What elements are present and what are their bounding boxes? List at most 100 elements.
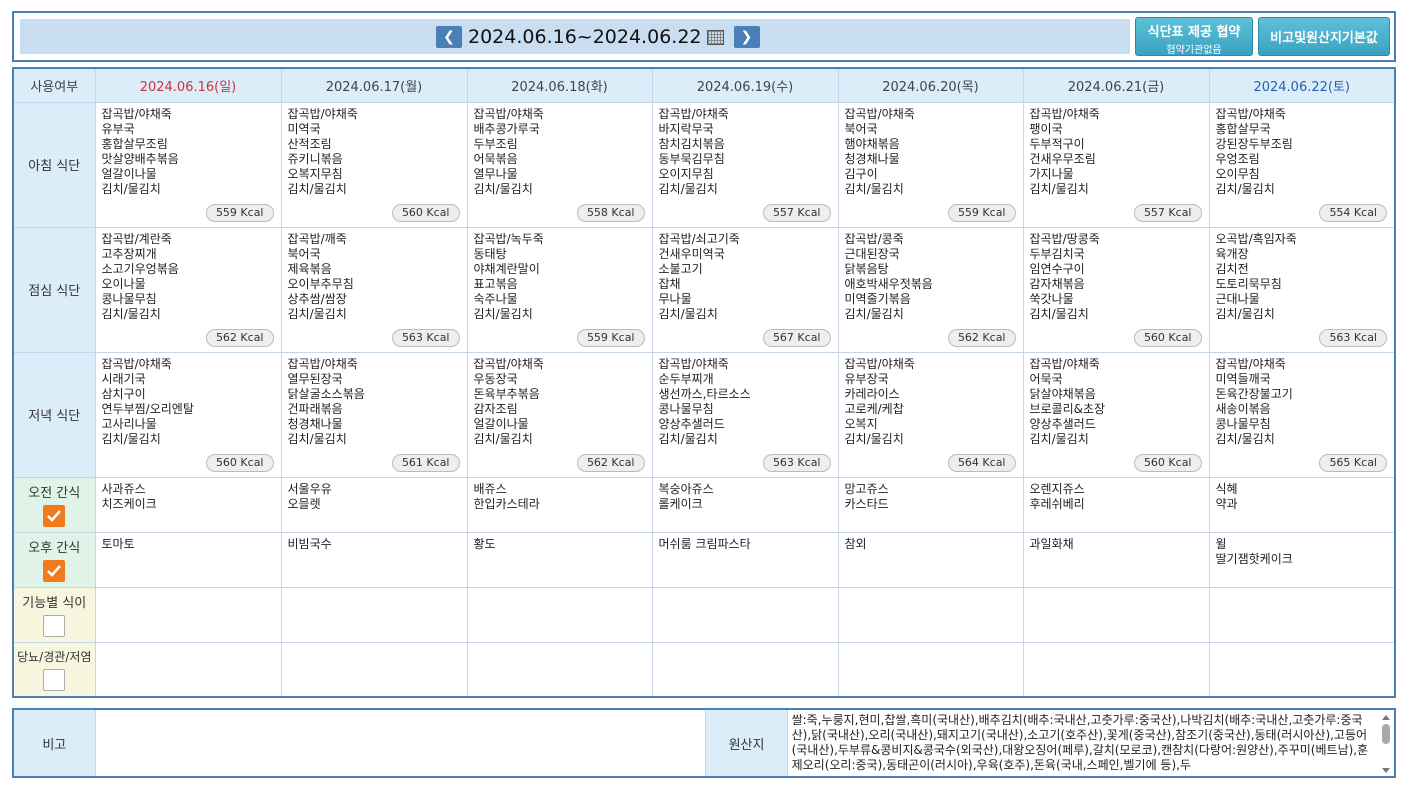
- menu-item: 잡곡밥/계란죽: [101, 231, 172, 246]
- scroll-up-icon[interactable]: [1382, 715, 1390, 720]
- breakfast-cell[interactable]: 잡곡밥/야채죽 미역국 산적조림 쥬키니볶음 오복지무침 김치/물김치 560 Kcal: [280, 101, 468, 228]
- pm-snack-cell[interactable]: 황도: [466, 531, 653, 588]
- lunch-cell[interactable]: 오곡밥/흑임자죽 육개장 김치전 도토리묵무침 근대나물 김치/물김치 563 Kcal: [1208, 226, 1396, 353]
- lunch-cell[interactable]: 잡곡밥/녹두죽 동태탕 야채계란말이 표고볶음 숙주나물 김치/물김치 559 Kcal: [466, 226, 653, 353]
- menu-item: 얼갈이나물: [473, 416, 529, 431]
- breakfast-cell[interactable]: 잡곡밥/야채죽 유부국 홍합살무조림 맛살양배추볶음 얼갈이나물 김치/물김치 559 Kc…: [94, 101, 282, 228]
- diabetes-diet-checkbox[interactable]: [43, 668, 66, 691]
- menu-item: 유부장국: [844, 371, 889, 386]
- menu-item: 감자채볶음: [1029, 276, 1085, 291]
- diet-cell[interactable]: [837, 586, 1024, 643]
- remarks-origin-default-button[interactable]: 비고및원산지기본값: [1258, 17, 1390, 56]
- menu-item: 잡곡밥/야채죽: [473, 356, 544, 371]
- diet-cell[interactable]: [466, 641, 653, 698]
- snack-item: 서울우유: [287, 481, 332, 496]
- diet-cell[interactable]: [651, 586, 839, 643]
- diet-cell[interactable]: [94, 586, 282, 643]
- scroll-thumb[interactable]: [1382, 724, 1390, 744]
- menu-item: 미역들깨국: [1215, 371, 1271, 386]
- pm-snack-cell[interactable]: 머쉬룸 크림파스타: [651, 531, 839, 588]
- diet-cell[interactable]: [1208, 586, 1396, 643]
- origin-field[interactable]: 쌀:죽,누룽지,현미,찹쌀,흑미(국내산),배추김치(배추:국내산,고춧가루:중…: [786, 708, 1396, 778]
- diet-cell[interactable]: [651, 641, 839, 698]
- pm-snack-label-cell: 오후 간식: [12, 531, 96, 588]
- dinner-cell[interactable]: 잡곡밥/야채죽 열무된장국 닭살굴소스볶음 건파래볶음 청경채나물 김치/물김치 561 K…: [280, 351, 468, 478]
- kcal-badge: 563 Kcal: [391, 328, 460, 347]
- breakfast-cell[interactable]: 잡곡밥/야채죽 바지락무국 참치김치볶음 동부묵김무침 오이지무침 김치/물김치 557 K…: [651, 101, 839, 228]
- am-snack-cell[interactable]: 서울우유 오믈렛: [280, 476, 468, 533]
- kcal-badge: 559 Kcal: [576, 328, 645, 347]
- diet-cell[interactable]: [94, 641, 282, 698]
- pm-snack-cell[interactable]: 과일화채: [1022, 531, 1210, 588]
- diet-cell[interactable]: [1208, 641, 1396, 698]
- kcal-badge: 562 Kcal: [576, 453, 645, 472]
- snack-item: 윌: [1215, 536, 1227, 551]
- menu-item: 김치/물김치: [658, 181, 718, 196]
- menu-item: 양상추샐러드: [658, 416, 725, 431]
- pm-snack-cell[interactable]: 참외: [837, 531, 1024, 588]
- snack-item: 식혜: [1215, 481, 1238, 496]
- menu-item: 산적조림: [287, 136, 332, 151]
- menu-item: 참치김치볶음: [658, 136, 725, 151]
- breakfast-cell[interactable]: 잡곡밥/야채죽 팽이국 두부적구이 건새우무조림 가지나물 김치/물김치 557 Kcal: [1022, 101, 1210, 228]
- remarks-field[interactable]: [94, 708, 707, 778]
- lunch-cell[interactable]: 잡곡밥/콩죽 근대된장국 닭볶음탕 애호박새우젓볶음 미역줄기볶음 김치/물김치 562 K…: [837, 226, 1024, 353]
- am-snack-cell[interactable]: 오렌지쥬스 후레쉬베리: [1022, 476, 1210, 533]
- dinner-cell[interactable]: 잡곡밥/야채죽 어묵국 닭살야채볶음 브로콜리&초장 양상추샐러드 김치/물김치 560 K…: [1022, 351, 1210, 478]
- scroll-down-icon[interactable]: [1382, 768, 1390, 773]
- lunch-cell[interactable]: 잡곡밥/계란죽 고추장찌개 소고기우엉볶음 오이나물 콩나물무침 김치/물김치 562 Kc…: [94, 226, 282, 353]
- pm-snack-cell[interactable]: 윌 딸기잼핫케이크: [1208, 531, 1396, 588]
- menu-item: 김치/물김치: [473, 306, 533, 321]
- functional-diet-checkbox[interactable]: [43, 615, 66, 637]
- dinner-cell[interactable]: 잡곡밥/야채죽 순두부찌개 생선까스,타르소스 콩나물무침 양상추샐러드 김치/물김치 56…: [651, 351, 839, 478]
- diet-cell[interactable]: [466, 586, 653, 643]
- menu-item: 상추쌈/쌈장: [287, 291, 347, 306]
- menu-item: 건파래볶음: [287, 401, 343, 416]
- menu-item: 김치/물김치: [1029, 306, 1089, 321]
- snack-item: 오믈렛: [287, 496, 321, 511]
- lunch-cell[interactable]: 잡곡밥/깨죽 북어국 제육볶음 오이부추무침 상추쌈/쌈장 김치/물김치 563 Kcal: [280, 226, 468, 353]
- dinner-cell[interactable]: 잡곡밥/야채죽 우동장국 돈육부추볶음 감자조림 얼갈이나물 김치/물김치 562 Kcal: [466, 351, 653, 478]
- am-snack-cell[interactable]: 식혜 약과: [1208, 476, 1396, 533]
- meal-agreement-subtitle: 협약기관없음: [1166, 45, 1222, 56]
- am-snack-cell[interactable]: 복숭아쥬스 롤케이크: [651, 476, 839, 533]
- pm-snack-cell[interactable]: 비빔국수: [280, 531, 468, 588]
- pm-snack-checkbox[interactable]: [43, 560, 66, 582]
- next-week-button[interactable]: ❯: [733, 26, 760, 48]
- day-header: 2024.06.21(금): [1022, 67, 1210, 103]
- dinner-cell[interactable]: 잡곡밥/야채죽 미역들깨국 돈육간장불고기 새송이볶음 콩나물무침 김치/물김치 565 K…: [1208, 351, 1396, 478]
- breakfast-cell[interactable]: 잡곡밥/야채죽 홍합살무국 강된장두부조림 우엉조림 오이무침 김치/물김치 554 Kca…: [1208, 101, 1396, 228]
- diet-cell[interactable]: [1022, 586, 1210, 643]
- am-snack-label-cell: 오전 간식: [12, 476, 96, 533]
- day-header-row: 사용여부 2024.06.16(일) 2024.06.17(월) 2024.06…: [12, 67, 1396, 103]
- menu-item: 애호박새우젓볶음: [844, 276, 933, 291]
- diet-cell[interactable]: [280, 586, 468, 643]
- menu-item: 고추장찌개: [101, 246, 157, 261]
- prev-week-button[interactable]: ❮: [436, 26, 462, 48]
- menu-item: 브로콜리&초장: [1029, 401, 1106, 416]
- diet-cell[interactable]: [1022, 641, 1210, 698]
- dinner-cell[interactable]: 잡곡밥/야채죽 시래기국 삼치구이 연두부찜/오리엔탈 고사리나물 김치/물김치 560 K…: [94, 351, 282, 478]
- lunch-cell[interactable]: 잡곡밥/쇠고기죽 건새우미역국 소불고기 잡채 무나물 김치/물김치 567 Kcal: [651, 226, 839, 353]
- am-snack-cell[interactable]: 망고쥬스 카스타드: [837, 476, 1024, 533]
- origin-scrollbar[interactable]: [1380, 713, 1392, 775]
- breakfast-cell[interactable]: 잡곡밥/야채죽 북어국 햄야채볶음 청경채나물 김구이 김치/물김치 559 Kcal: [837, 101, 1024, 228]
- diet-cell[interactable]: [280, 641, 468, 698]
- kcal-badge: 567 Kcal: [762, 328, 831, 347]
- lunch-cell[interactable]: 잡곡밥/땅콩죽 두부김치국 임연수구이 감자채볶음 쑥갓나물 김치/물김치 560 Kcal: [1022, 226, 1210, 353]
- am-snack-cell[interactable]: 사과쥬스 치즈케이크: [94, 476, 282, 533]
- calendar-icon[interactable]: [706, 29, 724, 45]
- breakfast-cell[interactable]: 잡곡밥/야채죽 배추콩가루국 두부조림 어묵볶음 열무나물 김치/물김치 558 Kcal: [466, 101, 653, 228]
- am-snack-cell[interactable]: 배쥬스 한입카스테라: [466, 476, 653, 533]
- am-snack-checkbox[interactable]: [43, 505, 66, 527]
- pm-snack-cell[interactable]: 토마토: [94, 531, 282, 588]
- meal-agreement-button[interactable]: 식단표 제공 협약 협약기관없음: [1135, 17, 1253, 56]
- functional-diet-row: 기능별 식이: [12, 586, 1396, 643]
- dinner-cell[interactable]: 잡곡밥/야채죽 유부장국 카레라이스 고로케/케찹 오복지 김치/물김치 564 Kcal: [837, 351, 1024, 478]
- menu-item: 고로케/케찹: [844, 401, 904, 416]
- snack-item: 황도: [473, 536, 496, 551]
- chevron-right-icon: ❯: [740, 29, 753, 45]
- menu-item: 새송이볶음: [1215, 401, 1271, 416]
- snack-item: 오렌지쥬스: [1029, 481, 1085, 496]
- diet-cell[interactable]: [837, 641, 1024, 698]
